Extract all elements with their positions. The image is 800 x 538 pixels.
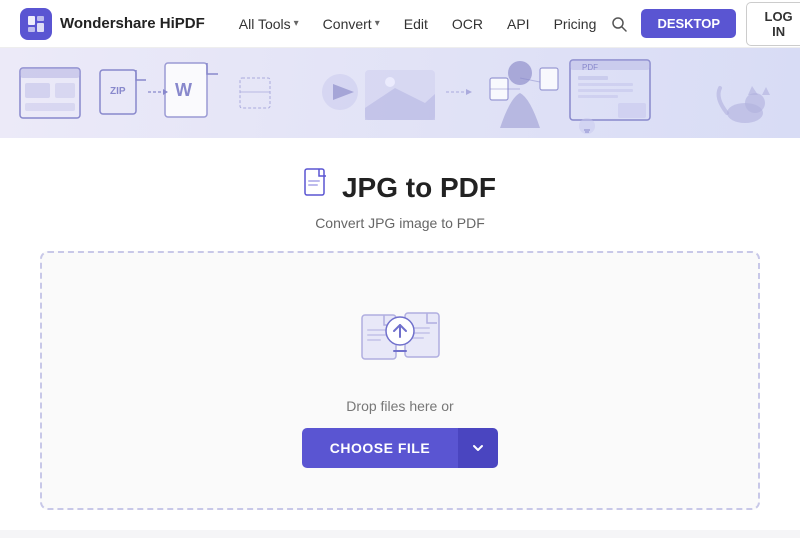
svg-text:W: W xyxy=(175,80,192,100)
nav-item-edit[interactable]: Edit xyxy=(394,10,438,38)
nav-right: DESKTOP LOG IN xyxy=(606,2,800,46)
chevron-down-icon: ▾ xyxy=(294,18,299,29)
svg-text:PDF: PDF xyxy=(582,63,598,72)
banner: ZIP W PDF xyxy=(0,48,800,138)
navbar: Wondershare HiPDF All Tools ▾ Convert ▾ … xyxy=(0,0,800,48)
nav-item-ocr[interactable]: OCR xyxy=(442,10,493,38)
upload-illustration xyxy=(350,293,450,378)
chevron-down-icon: ▾ xyxy=(375,18,380,29)
choose-file-button[interactable]: CHOOSE FILE xyxy=(302,428,458,468)
nav-links: All Tools ▾ Convert ▾ Edit OCR API Prici… xyxy=(229,10,607,38)
dropzone: Drop files here or CHOOSE FILE xyxy=(40,251,760,510)
logo-area[interactable]: Wondershare HiPDF xyxy=(20,8,205,40)
nav-item-api[interactable]: API xyxy=(497,10,540,38)
brand-name: Wondershare HiPDF xyxy=(60,15,205,32)
page-title-area: JPG to PDF xyxy=(304,168,496,207)
choose-file-area: CHOOSE FILE xyxy=(302,428,498,468)
main-content: JPG to PDF Convert JPG image to PDF xyxy=(0,138,800,530)
nav-item-all-tools[interactable]: All Tools ▾ xyxy=(229,10,309,38)
nav-item-pricing[interactable]: Pricing xyxy=(544,10,607,38)
drop-text: Drop files here or xyxy=(346,398,453,414)
login-button[interactable]: LOG IN xyxy=(746,2,800,46)
svg-text:ZIP: ZIP xyxy=(110,86,126,97)
desktop-button[interactable]: DESKTOP xyxy=(641,9,736,38)
page-subtitle: Convert JPG image to PDF xyxy=(315,215,485,231)
chevron-down-icon xyxy=(472,442,484,454)
nav-item-convert[interactable]: Convert ▾ xyxy=(313,10,390,38)
page-title: JPG to PDF xyxy=(342,172,496,204)
logo-icon xyxy=(20,8,52,40)
search-button[interactable] xyxy=(606,8,631,40)
choose-file-dropdown-button[interactable] xyxy=(458,428,498,468)
file-icon xyxy=(304,168,332,207)
